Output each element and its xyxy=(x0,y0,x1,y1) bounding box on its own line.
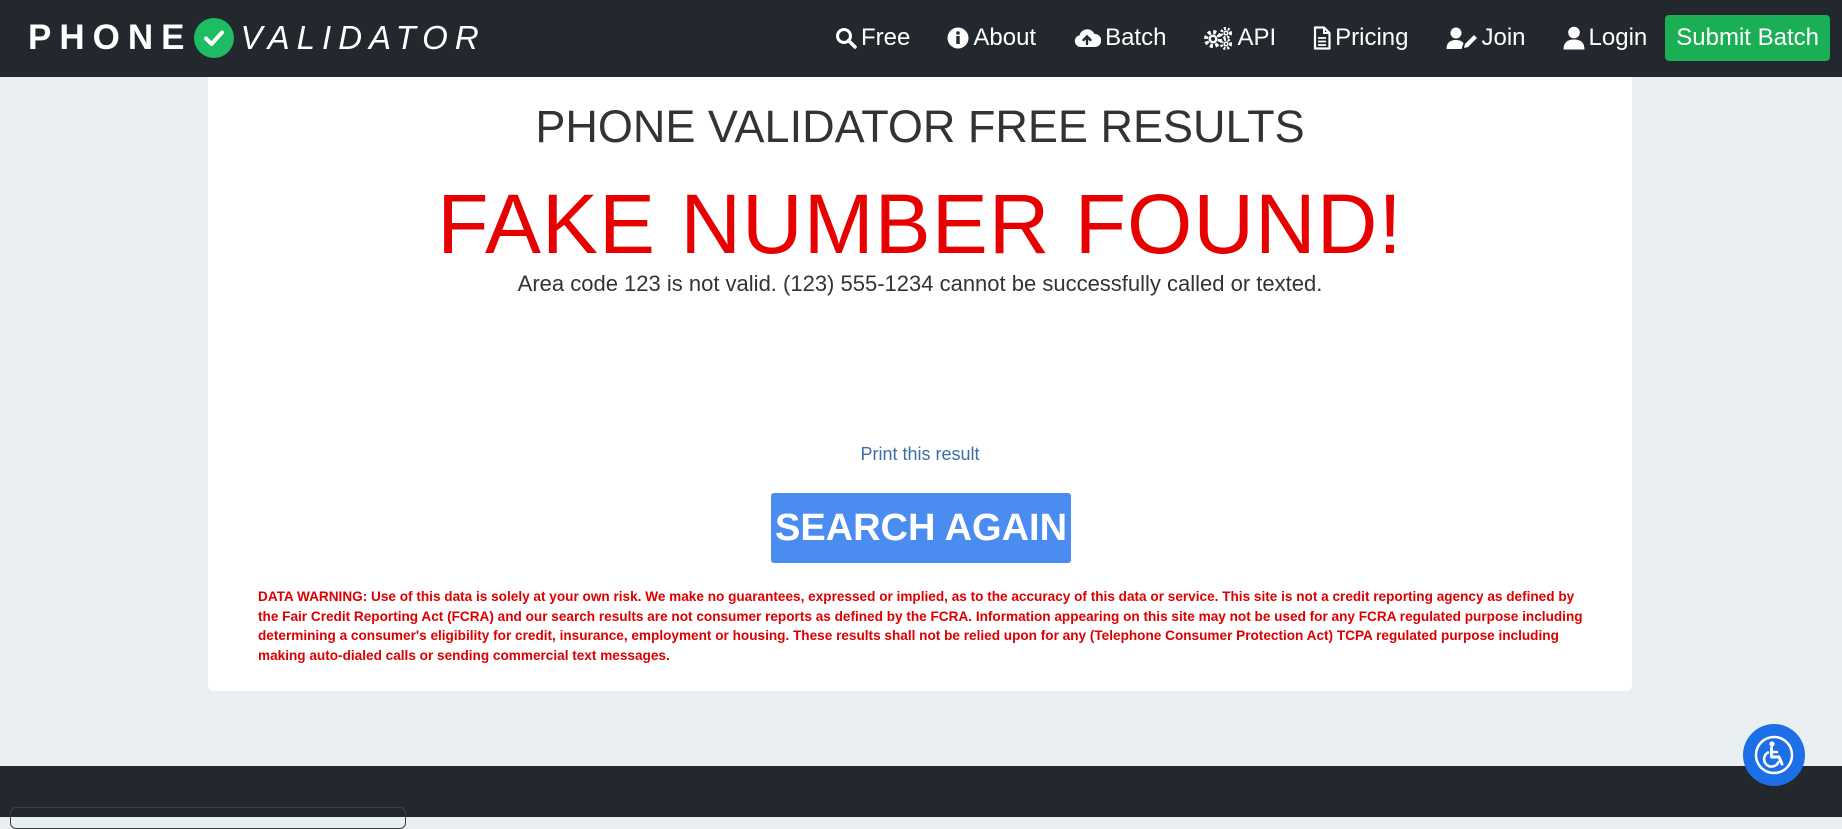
nav-item-label: Pricing xyxy=(1335,24,1409,51)
top-navbar: PHONE VALIDATOR Free About Batch API Pri… xyxy=(0,0,1842,77)
nav-item-label: Join xyxy=(1481,24,1526,51)
document-icon xyxy=(1314,26,1331,50)
result-detail: Area code 123 is not valid. (123) 555-12… xyxy=(517,271,1323,296)
nav-item-login[interactable]: Login xyxy=(1563,24,1648,52)
results-card: PHONE VALIDATOR FREE RESULTS FAKE NUMBER… xyxy=(208,77,1632,691)
nav-item-label: About xyxy=(973,24,1037,51)
nav-item-about[interactable]: About xyxy=(947,24,1036,52)
wheelchair-icon xyxy=(1754,735,1794,775)
nav-item-pricing[interactable]: Pricing xyxy=(1313,24,1409,52)
nav-item-join[interactable]: Join xyxy=(1446,24,1526,52)
page-title: PHONE VALIDATOR FREE RESULTS xyxy=(535,101,1305,152)
nav-item-batch[interactable]: Batch xyxy=(1073,24,1166,52)
user-icon xyxy=(1563,26,1585,50)
checkmark-icon xyxy=(194,18,235,58)
footer-panel xyxy=(10,807,406,829)
cloud-upload-icon xyxy=(1074,29,1102,47)
submit-batch-button[interactable]: Submit Batch xyxy=(1665,15,1830,61)
logo-word-phone: PHONE xyxy=(28,18,193,57)
search-icon xyxy=(836,28,857,49)
result-heading: FAKE NUMBER FOUND! xyxy=(437,177,1403,271)
gears-icon xyxy=(1204,27,1233,50)
print-result-link[interactable]: Print this result xyxy=(208,444,1632,465)
nav-item-free[interactable]: Free xyxy=(835,24,910,52)
logo-word-validator: VALIDATOR xyxy=(240,19,486,56)
nav-item-label: Batch xyxy=(1105,24,1167,51)
nav-item-label: Login xyxy=(1588,24,1648,51)
nav-item-label: API xyxy=(1237,24,1277,51)
accessibility-button[interactable] xyxy=(1743,724,1805,786)
search-again-button[interactable]: SEARCH AGAIN xyxy=(771,493,1071,563)
site-logo[interactable]: PHONE VALIDATOR xyxy=(28,16,486,60)
user-edit-icon xyxy=(1446,27,1477,49)
info-circle-icon xyxy=(947,27,969,49)
nav-item-api[interactable]: API xyxy=(1203,24,1276,52)
nav-item-label: Free xyxy=(861,24,911,51)
data-warning-text: DATA WARNING: Use of this data is solely… xyxy=(258,589,1583,663)
nav-menu: Free About Batch API Pricing Join Login … xyxy=(798,14,1830,62)
page-footer xyxy=(0,766,1842,829)
